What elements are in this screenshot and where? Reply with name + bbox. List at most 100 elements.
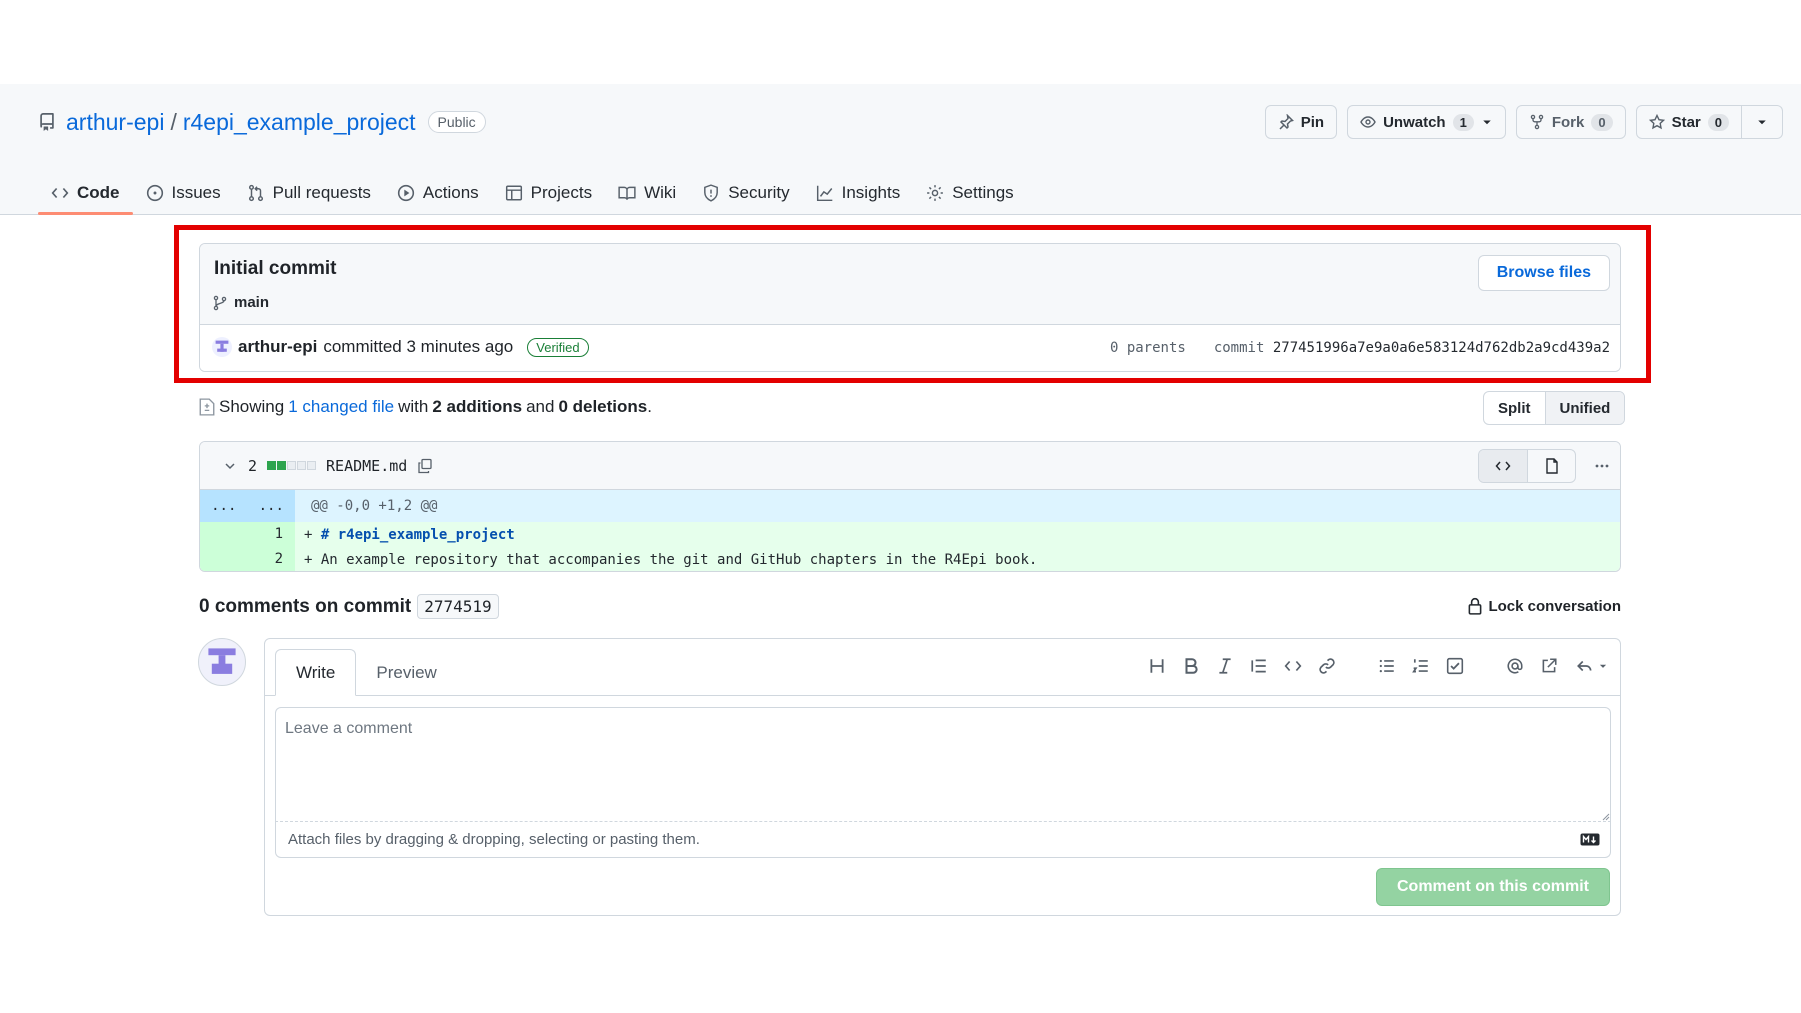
chevron-down-icon[interactable] <box>222 458 238 474</box>
tab-wiki[interactable]: Wiki <box>605 172 689 214</box>
heading-icon[interactable] <box>1148 657 1166 675</box>
commit-author-link[interactable]: arthur-epi <box>238 337 317 357</box>
star-list-dropdown[interactable] <box>1742 105 1783 139</box>
hunk-text: @@ -0,0 +1,2 @@ <box>311 498 438 514</box>
italic-icon[interactable] <box>1216 657 1234 675</box>
changed-files-link[interactable]: 1 changed file <box>288 397 394 417</box>
task-list-icon[interactable] <box>1446 657 1464 675</box>
repo-icon <box>40 113 54 131</box>
commit-label: commit <box>1213 340 1265 356</box>
hunk-right: ... <box>258 498 284 514</box>
tab-security[interactable]: Security <box>689 172 802 214</box>
hunk-header: ... ... @@ -0,0 +1,2 @@ <box>200 490 1620 522</box>
star-label: Star <box>1671 113 1701 131</box>
comment-submit-button[interactable]: Comment on this commit <box>1375 868 1610 906</box>
unified-button[interactable]: Unified <box>1544 392 1625 424</box>
play-icon <box>397 184 415 202</box>
tab-settings[interactable]: Settings <box>913 172 1026 214</box>
pull-request-icon <box>248 184 263 202</box>
unordered-list-icon[interactable] <box>1378 657 1396 675</box>
comments-title: 0 comments on commit <box>199 595 412 617</box>
caret-down-icon[interactable] <box>1598 661 1608 671</box>
avatar[interactable] <box>198 638 246 686</box>
line-number[interactable]: 2 <box>200 547 295 571</box>
hunk-expand[interactable]: ... ... <box>200 490 295 522</box>
line-prefix: + <box>304 551 321 568</box>
pin-label: Pin <box>1300 113 1325 131</box>
gear-icon <box>927 185 944 201</box>
code-icon <box>1495 461 1511 471</box>
pin-button[interactable]: Pin <box>1264 105 1338 139</box>
lock-conversation-button[interactable]: Lock conversation <box>1467 597 1621 615</box>
tab-actions[interactable]: Actions <box>384 172 492 214</box>
tab-label: Code <box>77 183 120 202</box>
diff-summary: Showing 1 changed file with 2 additions … <box>199 397 652 417</box>
attach-files-bar[interactable]: Attach files by dragging & dropping, sel… <box>275 822 1611 858</box>
identicon-icon <box>208 648 236 674</box>
caret-down-icon <box>1758 120 1766 125</box>
preview-tab[interactable]: Preview <box>356 649 456 696</box>
write-tab[interactable]: Write <box>275 649 357 696</box>
repo-owner-link[interactable]: arthur-epi <box>66 109 164 136</box>
shield-icon <box>704 184 719 202</box>
commit-details: arthur-epi committed 3 minutes ago Verif… <box>200 325 1620 371</box>
branch-label[interactable]: main <box>212 294 269 311</box>
repo-nav: Code Issues Pull requests Actions Projec… <box>38 172 1027 215</box>
ordered-list-icon[interactable] <box>1412 657 1430 675</box>
file-icon <box>1545 458 1558 474</box>
link-icon[interactable] <box>1318 657 1336 675</box>
showing-label: Showing <box>219 397 285 416</box>
unwatch-label: Unwatch <box>1383 113 1446 131</box>
tab-label: Projects <box>530 183 593 202</box>
mention-icon[interactable] <box>1506 657 1524 675</box>
comments-heading: 0 comments on commit 2774519 <box>199 594 499 619</box>
quote-icon[interactable] <box>1250 657 1268 675</box>
short-sha[interactable]: 2774519 <box>417 594 499 619</box>
code-icon[interactable] <box>1284 657 1302 675</box>
star-button-group: Star 0 <box>1635 105 1783 139</box>
table-icon <box>505 185 522 201</box>
repo-actions: Pin Unwatch 1 Fork 0 Star 0 <box>1264 105 1783 139</box>
file-diff: 2 README.md ... ... @@ -0,0 +1,2 @@ 1 + … <box>199 441 1621 572</box>
line-number[interactable]: 1 <box>200 522 295 547</box>
cross-reference-icon[interactable] <box>1540 657 1558 675</box>
tab-insights[interactable]: Insights <box>803 172 914 214</box>
repo-title: arthur-epi / r4epi_example_project Publi… <box>38 108 486 136</box>
tab-issues[interactable]: Issues <box>133 172 234 214</box>
repo-name-link[interactable]: r4epi_example_project <box>183 109 416 136</box>
avatar[interactable] <box>212 337 232 357</box>
browse-files-button[interactable]: Browse files <box>1477 255 1610 291</box>
line-prefix: + <box>304 526 321 543</box>
tab-label: Wiki <box>644 183 677 202</box>
markdown-icon <box>1580 833 1600 846</box>
branch-name: main <box>234 294 270 311</box>
attach-hint: Attach files by dragging & dropping, sel… <box>288 831 700 848</box>
file-name-link[interactable]: README.md <box>326 457 407 475</box>
copy-icon[interactable] <box>417 458 433 474</box>
bold-icon[interactable] <box>1182 657 1200 675</box>
reply-icon[interactable] <box>1574 657 1596 675</box>
fork-button[interactable]: Fork 0 <box>1515 105 1626 139</box>
repo-separator: / <box>170 108 177 135</box>
unwatch-button[interactable]: Unwatch 1 <box>1347 105 1506 139</box>
split-button[interactable]: Split <box>1484 392 1544 424</box>
star-button[interactable]: Star 0 <box>1635 105 1742 139</box>
tab-code[interactable]: Code <box>38 172 133 215</box>
tab-pull-requests[interactable]: Pull requests <box>234 172 384 214</box>
branch-icon <box>213 295 227 310</box>
rich-diff-button[interactable] <box>1527 450 1575 482</box>
book-icon <box>618 186 636 200</box>
verified-badge[interactable]: Verified <box>527 337 589 357</box>
source-diff-button[interactable] <box>1479 450 1527 482</box>
commit-header: Initial commit main Browse files <box>200 244 1620 325</box>
issue-icon <box>146 184 163 202</box>
tab-projects[interactable]: Projects <box>492 172 605 214</box>
comment-textarea[interactable]: Leave a comment <box>275 707 1611 822</box>
kebab-horizontal-icon[interactable] <box>1594 458 1610 474</box>
lock-icon <box>1469 597 1482 615</box>
change-count: 2 <box>248 456 258 475</box>
resize-handle-icon[interactable] <box>1602 813 1610 821</box>
markdown-toolbar <box>1148 657 1608 675</box>
eye-icon <box>1360 116 1376 128</box>
commit-time: committed 3 minutes ago <box>323 337 514 356</box>
